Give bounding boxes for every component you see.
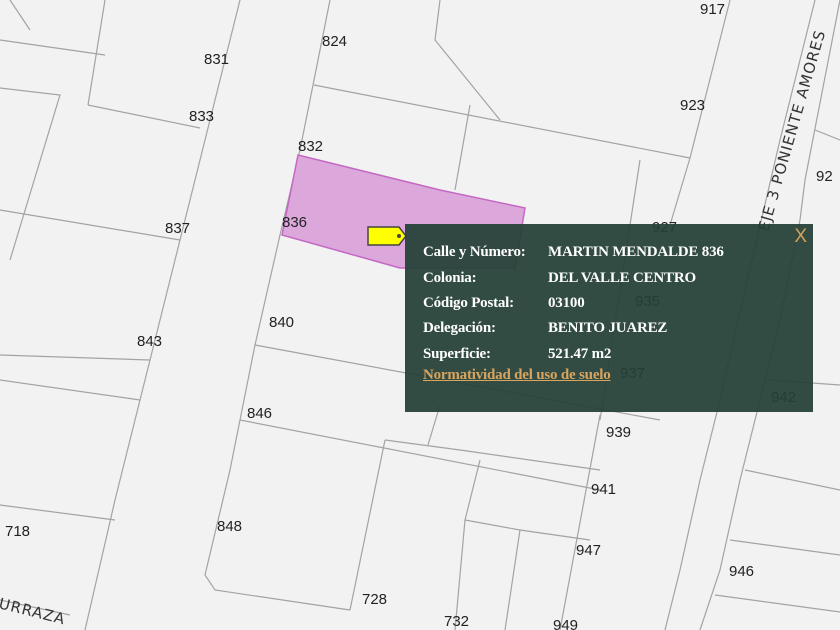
info-key: Calle y Número: xyxy=(423,244,526,261)
lot-number-831: 831 xyxy=(204,51,229,68)
info-row-delegacion: Delegación: BENITO JUAREZ xyxy=(423,316,795,341)
lot-number-732: 732 xyxy=(444,613,469,630)
lot-number-843: 843 xyxy=(137,333,162,350)
info-value: 521.47 m2 xyxy=(548,345,612,362)
info-value: MARTIN MENDALDE 836 xyxy=(548,244,724,261)
info-row-colonia: Colonia: DEL VALLE CENTRO xyxy=(423,265,795,290)
lot-number-837: 837 xyxy=(165,220,190,237)
lot-number-941: 941 xyxy=(591,481,616,498)
lot-number-832: 832 xyxy=(298,138,323,155)
lot-number-836: 836 xyxy=(282,214,307,231)
lot-number-946: 946 xyxy=(729,563,754,580)
lot-number-939: 939 xyxy=(606,424,631,441)
close-button[interactable]: X xyxy=(790,226,811,248)
info-key: Código Postal: xyxy=(423,294,514,311)
lot-number-923: 923 xyxy=(680,97,705,114)
info-row-postal-code: Código Postal: 03100 xyxy=(423,291,795,316)
info-key: Colonia: xyxy=(423,269,477,286)
lot-number-840: 840 xyxy=(269,314,294,331)
info-key: Delegación: xyxy=(423,320,496,337)
lot-number-846: 846 xyxy=(247,405,272,422)
info-value: 03100 xyxy=(548,294,585,311)
info-popup: X Calle y Número: MARTIN MENDALDE 836 Co… xyxy=(405,224,813,412)
lot-number-848: 848 xyxy=(217,518,242,535)
lot-number-949: 949 xyxy=(553,617,578,630)
info-row-address: Calle y Número: MARTIN MENDALDE 836 xyxy=(423,240,795,265)
lot-number-824: 824 xyxy=(322,33,347,50)
lot-number-718: 718 xyxy=(5,523,30,540)
land-use-regulation-link[interactable]: Normatividad del uso de suelo xyxy=(423,367,795,384)
info-value: BENITO JUAREZ xyxy=(548,320,668,337)
lot-number-947: 947 xyxy=(576,542,601,559)
info-value: DEL VALLE CENTRO xyxy=(548,269,696,286)
lot-number-833: 833 xyxy=(189,108,214,125)
map-canvas[interactable]: 917 824 831 923 833 832 92 837 836 927 9… xyxy=(0,0,840,630)
lot-number-728: 728 xyxy=(362,591,387,608)
location-marker-icon[interactable] xyxy=(367,225,407,247)
info-key: Superficie: xyxy=(423,345,491,362)
info-row-superficie: Superficie: 521.47 m2 xyxy=(423,342,795,367)
lot-number-92x: 92 xyxy=(816,168,833,185)
lot-number-917: 917 xyxy=(700,1,725,18)
